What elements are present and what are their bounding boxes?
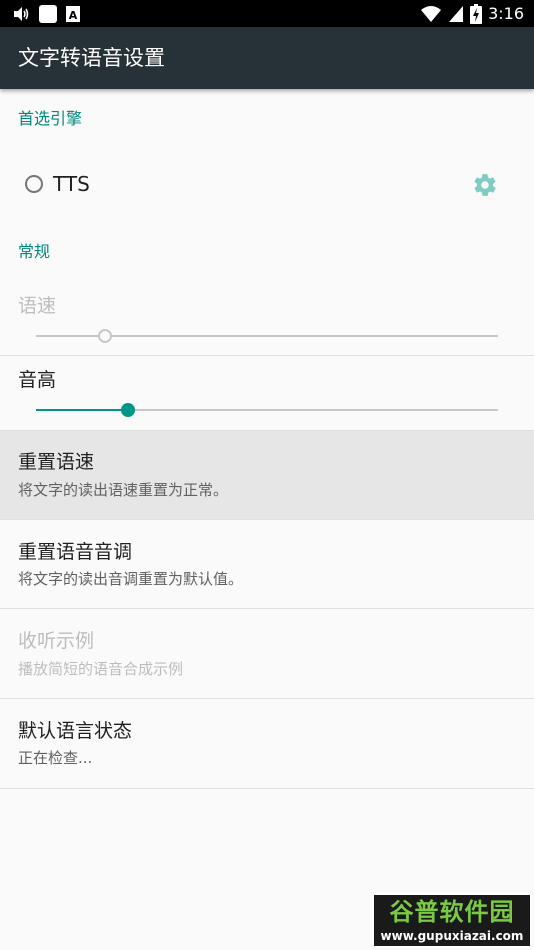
speech-rate-slider[interactable]: [36, 326, 498, 346]
status-bar-right: 3:16: [420, 2, 524, 25]
engine-radio-button[interactable]: [25, 175, 43, 193]
speech-rate-slider-thumb[interactable]: [98, 329, 113, 343]
divider: [0, 698, 534, 699]
svg-text:A: A: [69, 9, 78, 22]
pitch-slider-thumb[interactable]: [121, 403, 136, 417]
watermark-url: www.gupuxiazai.com: [380, 929, 524, 943]
signal-icon: [449, 5, 464, 22]
speech-rate-label: 语速: [18, 295, 57, 317]
pitch-slider[interactable]: [36, 400, 498, 420]
pitch-label: 音高: [18, 369, 57, 391]
language-status-summary: 正在检查...: [18, 749, 93, 767]
status-time: 3:16: [488, 4, 524, 23]
divider: [0, 608, 534, 609]
reset-pitch-summary: 将文字的读出音调重置为默认值。: [18, 570, 244, 588]
reset-pitch-title[interactable]: 重置语音音调: [18, 539, 132, 565]
a-notification-icon: A: [66, 6, 80, 22]
watermark-logo: 谷普软件园 www.gupuxiazai.com: [372, 893, 532, 948]
wifi-icon: [421, 5, 442, 22]
divider: [0, 355, 534, 356]
category-general: 常规: [18, 242, 51, 261]
reset-speech-rate-title: 重置语速: [18, 451, 95, 473]
divider: [0, 788, 534, 789]
engine-item-tts[interactable]: TTS: [0, 160, 534, 210]
category-preferred-engine: 首选引擎: [18, 109, 83, 128]
page-title: 文字转语音设置: [18, 46, 165, 70]
status-bar: A 3:16: [0, 0, 534, 27]
volume-icon: [14, 7, 29, 21]
square-notification-icon: [39, 5, 57, 23]
listen-example-title: 收听示例: [18, 630, 95, 652]
status-bar-left: A: [12, 4, 80, 24]
divider: [0, 519, 534, 520]
app-bar: 文字转语音设置: [0, 27, 534, 89]
pitch-slider-fill: [36, 409, 129, 411]
engine-label: TTS: [53, 172, 90, 196]
reset-speech-rate-item[interactable]: [0, 431, 534, 519]
language-status-title[interactable]: 默认语言状态: [18, 718, 132, 744]
battery-charging-icon: [470, 3, 483, 24]
watermark-brand: 谷普软件园: [389, 898, 515, 926]
listen-example-summary: 播放简短的语音合成示例: [18, 660, 184, 678]
reset-speech-rate-summary: 将文字的读出语速重置为正常。: [18, 481, 229, 499]
gear-icon[interactable]: [472, 172, 498, 198]
